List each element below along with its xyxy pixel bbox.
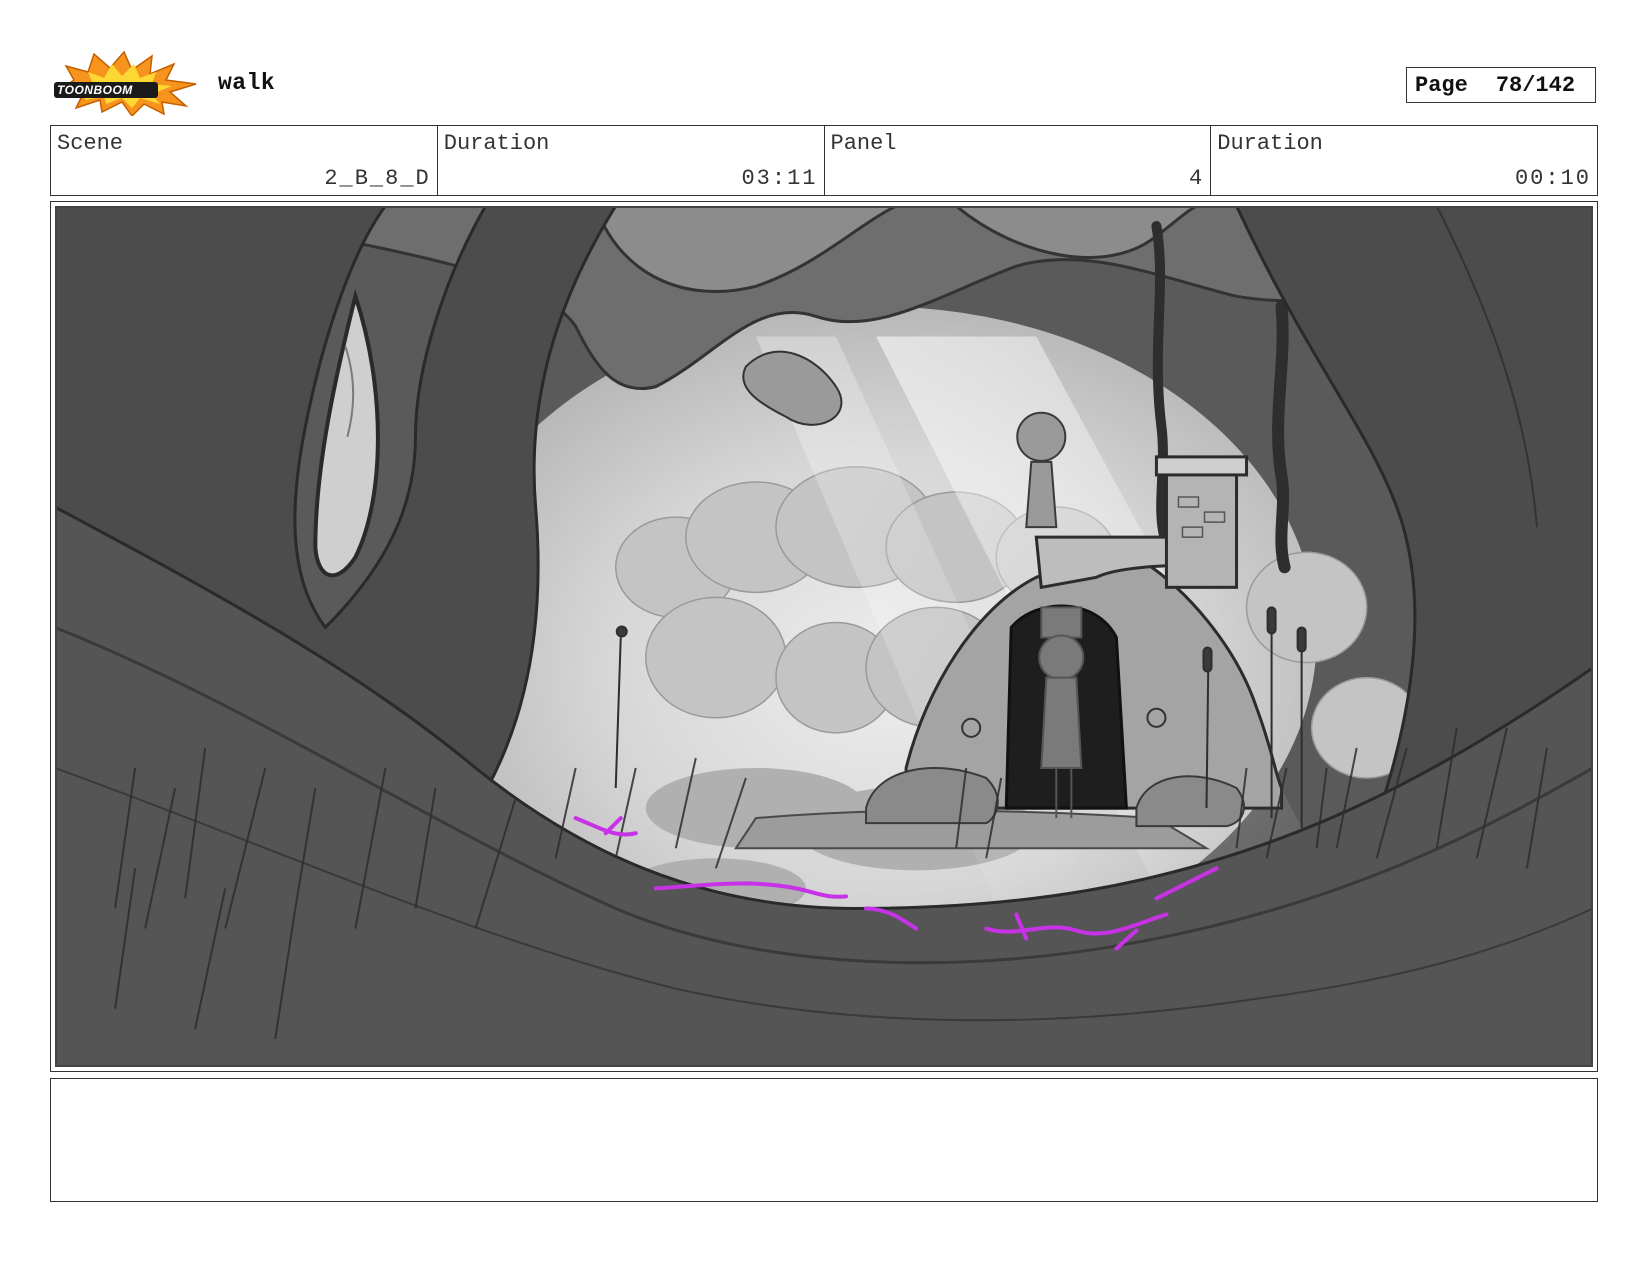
panel-duration-label: Duration — [1217, 131, 1323, 156]
scene-duration-value: 03:11 — [741, 166, 818, 191]
scene-duration-cell: Duration 03:11 — [438, 126, 825, 195]
panel-value: 4 — [1189, 166, 1205, 191]
logo-wordmark: TOONBOOM — [57, 83, 133, 97]
page-indicator: Page 78/142 — [1406, 67, 1596, 103]
scene-cell: Scene 2_B_8_D — [51, 126, 438, 195]
panel-sketch-image — [55, 206, 1593, 1067]
panel-cell: Panel 4 — [825, 126, 1212, 195]
panel-duration-value: 00:10 — [1514, 166, 1591, 191]
scene-duration-label: Duration — [443, 131, 550, 156]
page-number: 78/142 — [1495, 72, 1576, 98]
page-label: Page — [1415, 72, 1468, 98]
panel-info-row: Scene 2_B_8_D Duration 03:11 Panel 4 Dur… — [50, 125, 1598, 196]
toonboom-logo: TOONBOOM — [52, 50, 200, 118]
document-title: walk — [218, 70, 276, 96]
scene-label: Scene — [57, 131, 124, 156]
scene-value: 2_B_8_D — [324, 166, 431, 191]
storyboard-panel — [50, 201, 1598, 1072]
panel-notes — [50, 1078, 1598, 1202]
panel-label: Panel — [830, 131, 897, 156]
panel-duration-cell: Duration 00:10 — [1211, 126, 1597, 195]
